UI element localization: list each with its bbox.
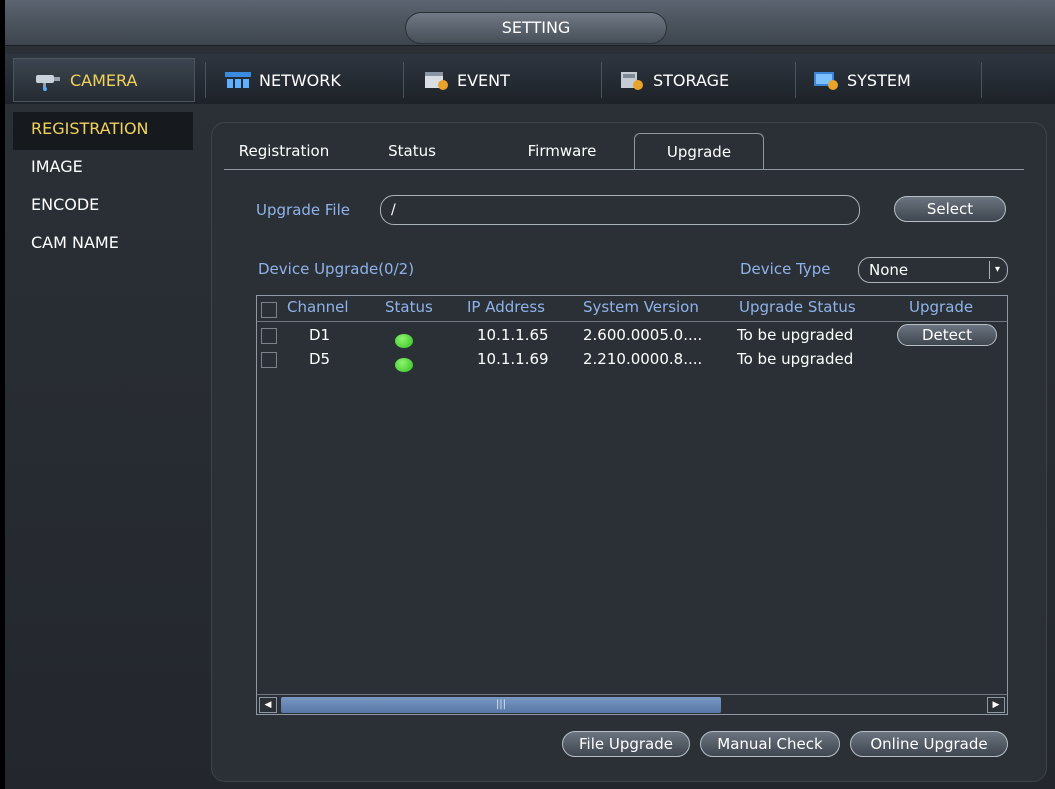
nav-storage[interactable]: STORAGE bbox=[617, 58, 729, 102]
cell-channel: D5 bbox=[309, 350, 331, 368]
nav-system-label: SYSTEM bbox=[847, 70, 911, 90]
setting-window: SETTING CAMERA NETWORK EVENT STORAGE SYS… bbox=[5, 0, 1055, 789]
system-icon bbox=[811, 69, 841, 91]
nav-separator bbox=[403, 62, 404, 98]
window-title: SETTING bbox=[405, 12, 667, 44]
nav-camera-label: CAMERA bbox=[70, 70, 138, 90]
content-panel: Registration Status Firmware Upgrade Upg… bbox=[211, 122, 1047, 782]
device-type-label: Device Type bbox=[740, 260, 831, 278]
upgrade-file-input[interactable]: / bbox=[380, 195, 860, 225]
col-system-version: System Version bbox=[583, 298, 699, 316]
cell-version: 2.210.0000.8.... bbox=[583, 350, 703, 368]
select-button[interactable]: Select bbox=[894, 196, 1006, 222]
title-bar: SETTING bbox=[5, 0, 1055, 46]
storage-icon bbox=[617, 69, 647, 91]
cell-channel: D1 bbox=[309, 326, 331, 344]
online-upgrade-button[interactable]: Online Upgrade bbox=[850, 731, 1008, 757]
sidebar: REGISTRATION IMAGE ENCODE CAM NAME bbox=[13, 112, 193, 264]
nav-event[interactable]: EVENT bbox=[421, 58, 510, 102]
col-status: Status bbox=[385, 298, 433, 316]
nav-separator bbox=[205, 62, 206, 98]
cell-version: 2.600.0005.0.... bbox=[583, 326, 703, 344]
nav-separator bbox=[795, 62, 796, 98]
nav-separator bbox=[981, 62, 982, 98]
file-upgrade-button[interactable]: File Upgrade bbox=[562, 731, 690, 757]
tab-registration[interactable]: Registration bbox=[224, 133, 344, 169]
nav-network-label: NETWORK bbox=[259, 70, 341, 90]
table-header-divider bbox=[257, 321, 1007, 322]
scroll-right-icon[interactable]: ▶ bbox=[987, 697, 1005, 713]
col-upgrade-status: Upgrade Status bbox=[739, 298, 856, 316]
horizontal-scrollbar[interactable]: ◀ ||| ▶ bbox=[257, 694, 1007, 714]
upgrade-file-label: Upgrade File bbox=[256, 201, 350, 219]
nav-storage-label: STORAGE bbox=[653, 70, 730, 90]
nav-separator bbox=[601, 62, 602, 98]
nav-camera[interactable]: CAMERA bbox=[13, 58, 195, 102]
scroll-left-icon[interactable]: ◀ bbox=[259, 697, 277, 713]
manual-check-button[interactable]: Manual Check bbox=[700, 731, 840, 757]
row-checkbox[interactable] bbox=[261, 352, 277, 368]
network-icon bbox=[223, 69, 253, 91]
detect-button[interactable]: Detect bbox=[897, 324, 997, 346]
device-type-value: None bbox=[869, 261, 909, 279]
nav-network[interactable]: NETWORK bbox=[223, 58, 341, 102]
cell-upgrade-status: To be upgraded bbox=[737, 350, 854, 368]
event-icon bbox=[421, 69, 451, 91]
col-upgrade: Upgrade bbox=[909, 298, 974, 316]
camera-icon bbox=[34, 69, 64, 91]
status-online-icon bbox=[395, 334, 413, 348]
sidebar-item-image[interactable]: IMAGE bbox=[13, 150, 193, 188]
select-all-checkbox[interactable] bbox=[261, 302, 277, 318]
tab-firmware[interactable]: Firmware bbox=[500, 133, 624, 169]
tab-upgrade[interactable]: Upgrade bbox=[634, 133, 764, 169]
col-ip-address: IP Address bbox=[467, 298, 545, 316]
col-channel: Channel bbox=[287, 298, 349, 316]
cell-ip: 10.1.1.69 bbox=[477, 350, 549, 368]
chevron-down-icon: ▾ bbox=[989, 261, 1005, 279]
cell-ip: 10.1.1.65 bbox=[477, 326, 549, 344]
device-upgrade-label: Device Upgrade(0/2) bbox=[258, 260, 415, 278]
top-navigation: CAMERA NETWORK EVENT STORAGE SYSTEM bbox=[5, 54, 1055, 104]
device-table: Channel Status IP Address System Version… bbox=[256, 295, 1008, 715]
device-type-select[interactable]: None ▾ bbox=[858, 257, 1008, 283]
row-checkbox[interactable] bbox=[261, 328, 277, 344]
tab-status[interactable]: Status bbox=[362, 133, 462, 169]
scroll-thumb[interactable]: ||| bbox=[281, 697, 721, 713]
sidebar-item-encode[interactable]: ENCODE bbox=[13, 188, 193, 226]
sidebar-item-cam-name[interactable]: CAM NAME bbox=[13, 226, 193, 264]
nav-event-label: EVENT bbox=[457, 70, 510, 90]
cell-upgrade-status: To be upgraded bbox=[737, 326, 854, 344]
status-online-icon bbox=[395, 358, 413, 372]
sidebar-item-registration[interactable]: REGISTRATION bbox=[13, 112, 193, 150]
tab-divider bbox=[224, 169, 1024, 170]
nav-system[interactable]: SYSTEM bbox=[811, 58, 911, 102]
